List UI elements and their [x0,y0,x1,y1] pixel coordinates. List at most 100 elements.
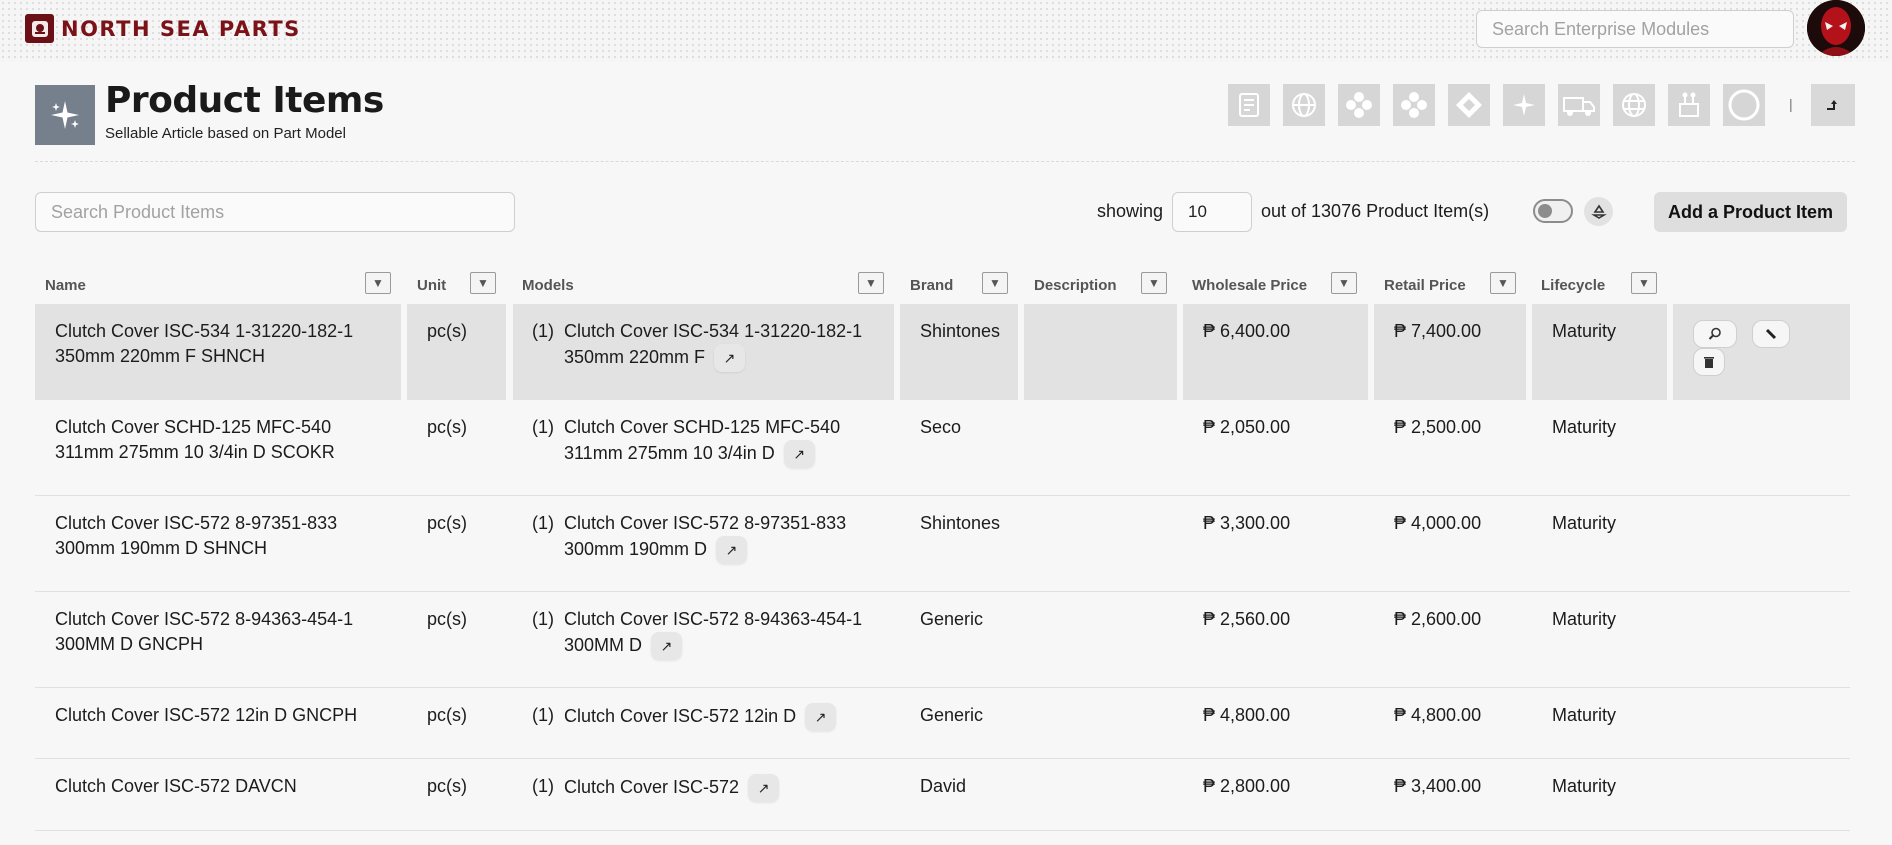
cell-name: Clutch Cover ISC-572 12in D GNCPH [55,705,358,725]
cell-name: Clutch Cover SCHD-125 MFC-540 311mm 275m… [55,417,335,462]
row-divider [35,830,1850,831]
cell-name: Clutch Cover ISC-534 1-31220-182-1 350mm… [35,304,401,400]
cell-name: Clutch Cover ISC-572 8-97351-833 300mm 1… [55,513,338,558]
page-subtitle: Sellable Article based on Part Model [105,125,346,142]
globe-icon[interactable] [1283,84,1325,126]
cell-unit: pc(s) [427,609,467,629]
model-count: (1) [532,321,554,341]
column-header-brand[interactable]: Brand [910,277,953,294]
globe-icon[interactable] [1613,84,1655,126]
retail-price-filter-button[interactable]: ▼ [1490,272,1516,294]
recycle-icon [1590,204,1607,219]
global-search-input[interactable] [1476,10,1794,48]
magnifier-icon [1708,327,1721,340]
cell-lifecycle: Maturity [1552,417,1617,437]
column-header-lifecycle[interactable]: Lifecycle [1541,277,1605,294]
ring-icon[interactable] [1723,84,1765,126]
cell-name: Clutch Cover ISC-572 8-94363-454-1 300MM… [55,609,354,654]
sparkle-icon[interactable] [1503,84,1545,126]
model-count: (1) [532,705,554,725]
table-row[interactable]: Clutch Cover ISC-572 12in D GNCPH pc(s) … [0,688,1892,759]
column-header-description[interactable]: Description [1034,277,1117,294]
cell-name: Clutch Cover ISC-572 DAVCN [55,776,297,796]
brand-logo-icon [25,14,54,43]
cell-models: (1) Clutch Cover ISC-534 1-31220-182-1 35… [513,304,894,400]
model-count: (1) [532,776,554,796]
sparkle-icon [51,101,79,129]
model-name: Clutch Cover ISC-572 [564,776,740,797]
table-row[interactable]: Clutch Cover ISC-534 1-31220-182-1 350mm… [0,304,1892,400]
table-row[interactable]: Clutch Cover ISC-572 8-97351-833 300mm 1… [0,496,1892,592]
level-up-button[interactable] [1811,84,1855,126]
external-link-icon: ↗ [660,637,673,654]
cell-description [1024,304,1177,400]
unit-filter-button[interactable]: ▼ [470,272,496,294]
column-header-models[interactable]: Models [522,277,574,294]
brand[interactable]: NORTH SEA PARTS [25,14,301,43]
open-model-button[interactable]: ↗ [651,632,683,660]
delete-button[interactable] [1693,348,1725,376]
page-title: Product Items [105,80,384,121]
cell-models: (1) Clutch Cover ISC-572 8-94363-454-1 30… [513,592,894,688]
document-icon[interactable] [1228,84,1270,126]
open-model-button[interactable]: ↗ [716,536,748,564]
cell-brand: Shintones [920,513,1001,533]
name-filter-button[interactable]: ▼ [365,272,391,294]
column-header-name[interactable]: Name [45,277,86,294]
model-name: Clutch Cover ISC-572 8-97351-833 300mm 1… [564,513,847,559]
model-name: Clutch Cover ISC-572 8-94363-454-1 300MM… [564,609,863,655]
external-link-icon: ↗ [723,349,736,366]
cell-retail-price: ₱ 2,600.00 [1394,609,1482,629]
model-count: (1) [532,417,554,437]
toolbar-separator: | [1789,96,1793,112]
view-button[interactable] [1693,320,1737,348]
table-row[interactable]: Clutch Cover ISC-572 DAVCN pc(s) (1) Clut… [0,759,1892,831]
cell-wholesale-price: ₱ 6,400.00 [1183,304,1368,400]
toggle-knob [1538,204,1552,218]
product-items-search-input[interactable] [35,192,515,232]
cell-wholesale-price: ₱ 3,300.00 [1203,513,1291,533]
brand-filter-button[interactable]: ▼ [982,272,1008,294]
page-icon [35,85,95,145]
truck-icon[interactable] [1558,84,1600,126]
column-header-unit[interactable]: Unit [417,277,446,294]
column-header-retail-price[interactable]: Retail Price [1384,277,1466,294]
dots-cluster-icon[interactable] [1393,84,1435,126]
cell-retail-price: ₱ 3,400.00 [1394,776,1482,796]
page-size-input[interactable] [1172,192,1252,232]
cell-wholesale-price: ₱ 4,800.00 [1203,705,1291,725]
table-row[interactable]: Clutch Cover ISC-572 8-94363-454-1 300MM… [0,592,1892,688]
pencil-icon [1765,328,1777,340]
cell-lifecycle: Maturity [1532,304,1667,400]
cell-brand: Shintones [900,304,1018,400]
models-filter-button[interactable]: ▼ [858,272,884,294]
column-header-wholesale-price[interactable]: Wholesale Price [1192,277,1307,294]
total-count-label: out of 13076 Product Item(s) [1261,201,1490,221]
table-row[interactable]: Clutch Cover SCHD-125 MFC-540 311mm 275m… [0,400,1892,496]
level-up-icon [1827,100,1837,110]
row-actions [1673,304,1850,400]
wholesale-price-filter-button[interactable]: ▼ [1331,272,1357,294]
dots-cluster-icon[interactable] [1338,84,1380,126]
lifecycle-filter-button[interactable]: ▼ [1631,272,1657,294]
brand-name: NORTH SEA PARTS [61,16,301,41]
tools-icon[interactable] [1668,84,1710,126]
recycle-button[interactable] [1584,197,1613,226]
external-link-icon: ↗ [757,779,770,796]
diamond-icon[interactable] [1448,84,1490,126]
model-name: Clutch Cover ISC-572 12in D [564,705,797,726]
cell-models: (1) Clutch Cover ISC-572 8-97351-833 300m… [513,496,894,592]
cell-wholesale-price: ₱ 2,050.00 [1203,417,1291,437]
model-count: (1) [532,609,554,629]
cell-description [1024,496,1177,592]
edit-button[interactable] [1752,320,1791,348]
avatar[interactable] [1807,0,1865,56]
open-model-button[interactable]: ↗ [783,440,815,468]
open-model-button[interactable]: ↗ [748,774,780,802]
open-model-button[interactable]: ↗ [805,703,837,731]
archived-toggle[interactable] [1533,199,1573,223]
cell-models: (1) Clutch Cover ISC-572 ↗ [513,759,894,831]
description-filter-button[interactable]: ▼ [1141,272,1167,294]
open-model-button[interactable]: ↗ [714,344,746,372]
add-product-item-button[interactable]: Add a Product Item [1654,192,1847,232]
